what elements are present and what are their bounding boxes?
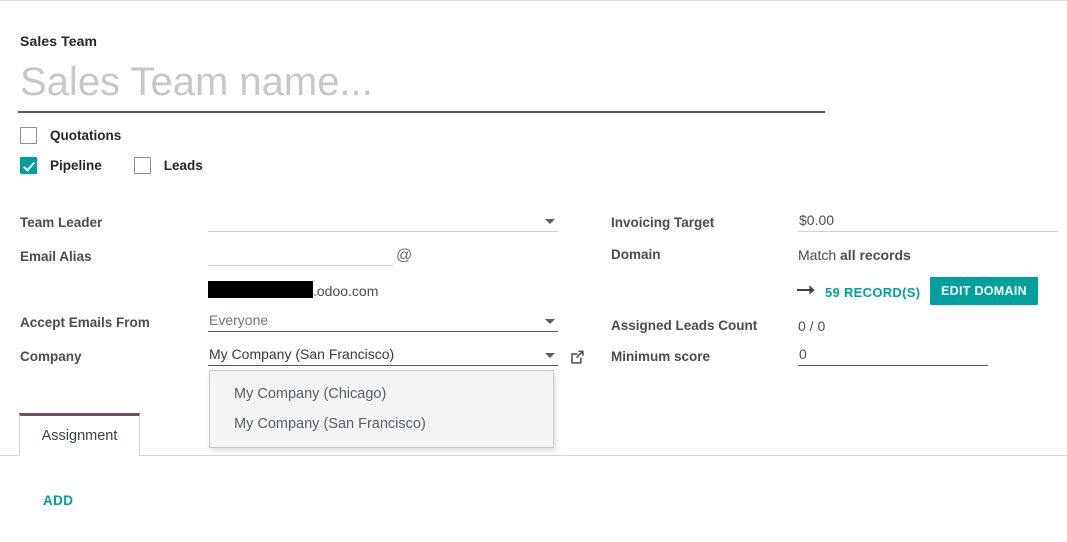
chevron-down-icon-company[interactable] xyxy=(545,353,555,358)
domain-match-text: Match all records xyxy=(798,247,911,263)
company-autocomplete-dropdown[interactable]: My Company (Chicago) My Company (San Fra… xyxy=(209,370,554,448)
invoicing-target-input[interactable] xyxy=(798,212,1058,232)
assigned-leads-count-value: 0 / 0 xyxy=(798,318,826,334)
option-row-pipeline-leads: Pipeline Leads xyxy=(20,157,203,174)
label-company: Company xyxy=(20,349,82,364)
checkbox-label-pipeline: Pipeline xyxy=(50,158,102,173)
label-minimum-score: Minimum score xyxy=(611,349,711,364)
checkbox-label-leads: Leads xyxy=(163,158,203,173)
label-assigned-leads-count: Assigned Leads Count xyxy=(611,318,758,333)
edit-domain-button[interactable]: EDIT DOMAIN xyxy=(930,277,1038,305)
checkbox-quotations[interactable] xyxy=(20,127,37,144)
checkbox-pipeline[interactable] xyxy=(20,157,37,174)
company-input[interactable] xyxy=(208,346,558,366)
accept-emails-from-select[interactable] xyxy=(208,312,558,332)
label-email-alias: Email Alias xyxy=(20,249,92,264)
team-leader-input[interactable] xyxy=(208,212,558,232)
notebook-tab-strip xyxy=(0,455,1067,456)
add-button[interactable]: ADD xyxy=(43,493,73,508)
label-invoicing-target: Invoicing Target xyxy=(611,215,715,230)
dropdown-item-company-san-francisco[interactable]: My Company (San Francisco) xyxy=(210,409,553,439)
label-accept-emails-from: Accept Emails From xyxy=(20,315,150,330)
minimum-score-input[interactable] xyxy=(798,346,988,366)
redacted-email-domain-block xyxy=(208,281,313,298)
domain-match-strong: all records xyxy=(840,247,911,263)
checkbox-leads[interactable] xyxy=(133,157,151,174)
arrow-right-icon xyxy=(797,283,815,302)
email-alias-input[interactable] xyxy=(208,246,393,266)
dropdown-item-company-chicago[interactable]: My Company (Chicago) xyxy=(210,379,553,409)
sales-team-form-sheet: Sales Team Quotations Pipeline Leads Tea… xyxy=(0,0,1067,542)
label-team-leader: Team Leader xyxy=(20,215,103,230)
chevron-down-icon-team-leader[interactable] xyxy=(545,219,555,224)
sales-team-name-input[interactable] xyxy=(18,58,825,113)
email-domain-suffix: .odoo.com xyxy=(313,283,379,299)
page-title-label: Sales Team xyxy=(20,33,98,49)
option-row-quotations: Quotations xyxy=(20,127,121,144)
email-at-symbol: @ xyxy=(396,247,413,264)
records-count-link[interactable]: 59 RECORD(S) xyxy=(825,285,920,300)
label-domain: Domain xyxy=(611,247,661,262)
domain-match-prefix: Match xyxy=(798,247,841,263)
chevron-down-icon-accept-emails[interactable] xyxy=(545,319,555,324)
external-link-icon-company[interactable] xyxy=(568,348,586,371)
tab-assignment[interactable]: Assignment xyxy=(19,413,140,456)
checkbox-label-quotations: Quotations xyxy=(50,128,122,143)
